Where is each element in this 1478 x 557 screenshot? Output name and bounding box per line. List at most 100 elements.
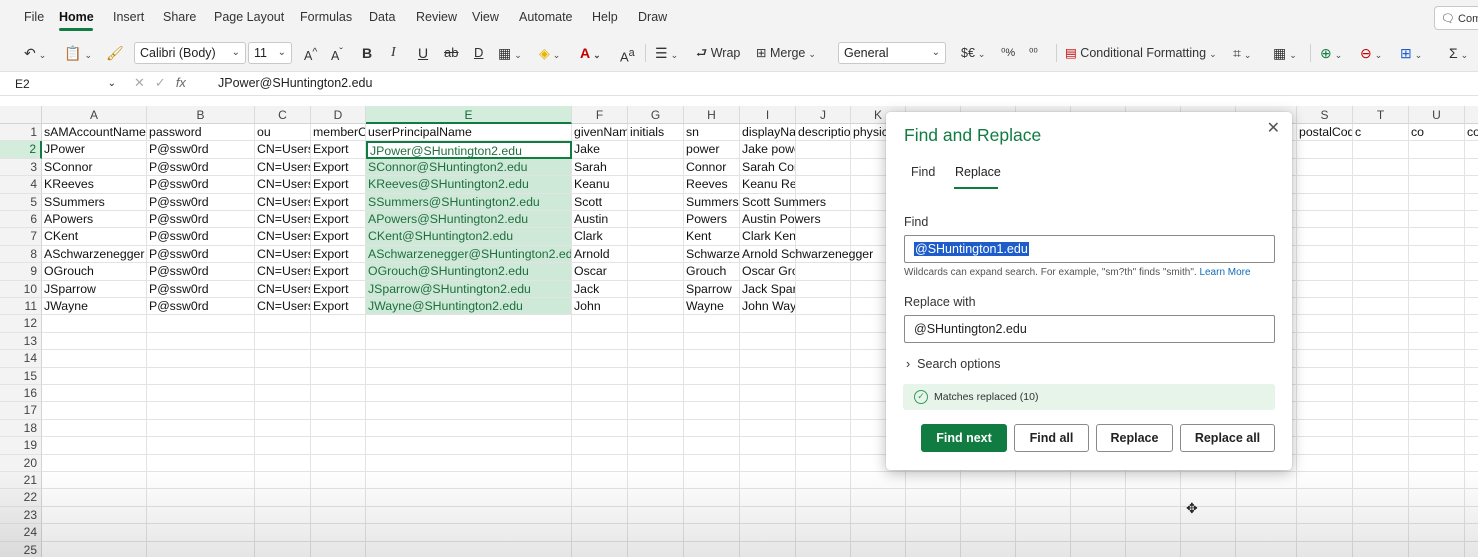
table-cell[interactable]: sAMAccountName xyxy=(42,124,147,142)
table-cell[interactable] xyxy=(796,506,851,525)
table-cell[interactable]: John xyxy=(572,298,628,316)
table-cell[interactable] xyxy=(1409,298,1465,316)
row-header[interactable]: 22 xyxy=(0,489,42,507)
table-cell[interactable] xyxy=(147,489,255,507)
table-cell[interactable] xyxy=(1126,524,1181,542)
row-header[interactable]: 6 xyxy=(0,211,42,229)
table-cell[interactable]: Powers xyxy=(684,211,740,229)
table-cell[interactable] xyxy=(1353,506,1409,525)
table-cell[interactable] xyxy=(572,524,628,542)
table-cell[interactable] xyxy=(628,350,684,368)
table-cell[interactable]: Jake xyxy=(572,141,628,159)
table-cell[interactable] xyxy=(1016,524,1071,542)
table-cell[interactable]: Export xyxy=(311,280,366,298)
format-cells-icon[interactable]: ⊞ ⌄ xyxy=(1400,42,1422,64)
table-cell[interactable] xyxy=(1353,419,1409,438)
table-cell[interactable] xyxy=(366,385,572,403)
table-cell[interactable] xyxy=(366,437,572,455)
table-cell[interactable] xyxy=(1297,367,1353,385)
table-cell[interactable] xyxy=(961,489,1016,507)
text-effects-icon[interactable]: Aa xyxy=(620,42,635,64)
table-cell[interactable]: JPower@SHuntington2.edu xyxy=(366,141,572,159)
table-cell[interactable] xyxy=(906,489,961,507)
table-cell[interactable] xyxy=(255,419,311,438)
table-cell[interactable]: CN=Users, xyxy=(255,158,311,177)
table-cell[interactable] xyxy=(1297,437,1353,455)
menu-help[interactable]: Help xyxy=(592,10,618,24)
row-header[interactable]: 2 xyxy=(0,141,42,159)
table-cell[interactable] xyxy=(796,280,851,298)
table-cell[interactable] xyxy=(906,506,961,525)
row-header[interactable]: 21 xyxy=(0,472,42,490)
table-cell[interactable] xyxy=(1071,472,1126,490)
table-cell[interactable]: CKent@SHuntington2.edu xyxy=(366,228,572,246)
table-cell[interactable] xyxy=(1353,158,1409,177)
menu-insert[interactable]: Insert xyxy=(113,10,144,24)
tab-replace[interactable]: Replace xyxy=(955,165,1001,179)
align-icon[interactable]: ☰ ⌄ xyxy=(655,42,678,64)
table-cell[interactable]: Austin xyxy=(572,211,628,229)
replace-button[interactable]: Replace xyxy=(1096,424,1173,452)
table-cell[interactable]: KReeves xyxy=(42,176,147,194)
column-header[interactable]: E xyxy=(366,106,572,124)
table-cell[interactable]: sn xyxy=(684,124,740,142)
table-cell[interactable]: userPrincipalName xyxy=(366,124,572,142)
table-cell[interactable]: Scott xyxy=(572,193,628,211)
table-cell[interactable] xyxy=(572,437,628,455)
table-cell[interactable]: P@ssw0rd xyxy=(147,245,255,264)
table-cell[interactable]: CN=Users, xyxy=(255,193,311,211)
table-cell[interactable] xyxy=(906,541,961,557)
table-cell[interactable] xyxy=(1465,176,1478,194)
table-cell[interactable] xyxy=(796,402,851,420)
table-cell[interactable]: Jack xyxy=(572,280,628,298)
table-cell[interactable] xyxy=(572,332,628,351)
column-header[interactable]: B xyxy=(147,106,255,124)
table-cell[interactable] xyxy=(684,419,740,438)
table-cell[interactable] xyxy=(1409,506,1465,525)
table-cell[interactable] xyxy=(311,437,366,455)
table-cell[interactable] xyxy=(1236,541,1297,557)
table-cell[interactable] xyxy=(1236,506,1297,525)
table-cell[interactable] xyxy=(684,367,740,385)
table-cell[interactable] xyxy=(1409,193,1465,211)
table-cell[interactable] xyxy=(1409,402,1465,420)
table-cell[interactable] xyxy=(740,419,796,438)
table-cell[interactable]: power xyxy=(684,141,740,159)
table-cell[interactable]: P@ssw0rd xyxy=(147,228,255,246)
table-cell[interactable] xyxy=(1297,350,1353,368)
table-cell[interactable] xyxy=(1465,420,1478,438)
table-cell[interactable] xyxy=(572,315,628,333)
table-cell[interactable]: CN=Users, xyxy=(255,298,311,316)
table-cell[interactable] xyxy=(740,506,796,525)
menu-share[interactable]: Share xyxy=(163,10,196,24)
table-cell[interactable] xyxy=(42,385,147,403)
table-cell[interactable] xyxy=(1409,489,1465,507)
table-cell[interactable] xyxy=(311,402,366,420)
table-cell[interactable] xyxy=(740,489,796,507)
table-cell[interactable] xyxy=(628,263,684,281)
table-cell[interactable] xyxy=(796,437,851,455)
row-header[interactable]: 7 xyxy=(0,228,42,246)
table-cell[interactable] xyxy=(1016,506,1071,525)
table-cell[interactable]: KReeves@SHuntington2.edu xyxy=(366,176,572,194)
table-cell[interactable] xyxy=(1297,211,1353,229)
table-cell[interactable] xyxy=(740,385,796,403)
table-cell[interactable] xyxy=(572,454,628,472)
table-cell[interactable] xyxy=(796,419,851,438)
table-cell[interactable] xyxy=(311,489,366,507)
column-header[interactable]: F xyxy=(572,106,628,124)
table-cell[interactable] xyxy=(1353,193,1409,211)
table-cell[interactable] xyxy=(1409,385,1465,403)
table-cell[interactable] xyxy=(1126,472,1181,490)
table-cell[interactable] xyxy=(1465,281,1478,298)
table-cell[interactable]: ou xyxy=(255,124,311,142)
table-cell[interactable]: Sarah xyxy=(572,158,628,177)
table-cell[interactable] xyxy=(1409,541,1465,557)
table-cell[interactable] xyxy=(1465,507,1478,525)
table-cell[interactable]: Export xyxy=(311,263,366,281)
table-cell[interactable] xyxy=(147,437,255,455)
table-cell[interactable] xyxy=(628,298,684,316)
table-cell[interactable] xyxy=(796,489,851,507)
table-cell[interactable]: Export xyxy=(311,141,366,159)
table-cell[interactable] xyxy=(796,350,851,368)
